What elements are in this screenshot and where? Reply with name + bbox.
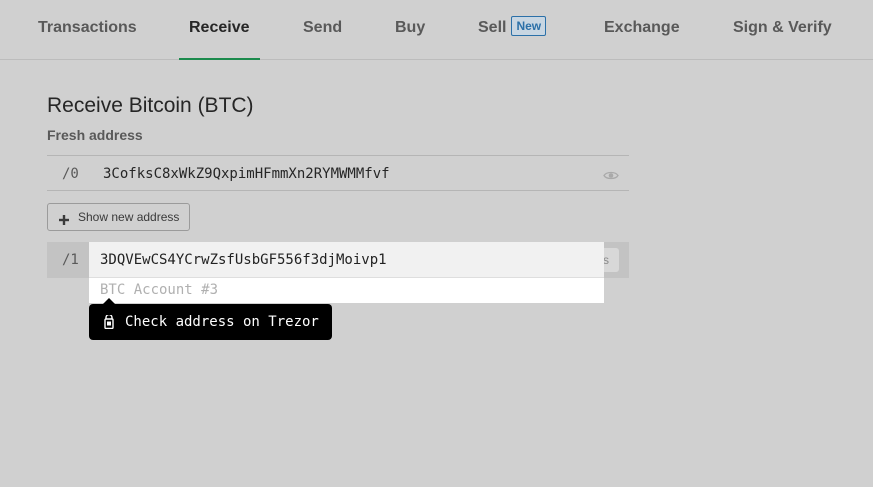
- show-new-address-label: Show new address: [78, 210, 180, 224]
- address-index: /1: [62, 252, 79, 268]
- popup-account-label: BTC Account #3: [100, 282, 219, 298]
- tab-exchange[interactable]: Exchange: [604, 0, 680, 59]
- tab-sign-verify[interactable]: Sign & Verify: [733, 0, 832, 59]
- tab-receive[interactable]: Receive: [189, 0, 250, 59]
- address-index: /0: [62, 166, 79, 182]
- plus-icon: [59, 212, 69, 225]
- fresh-address-label: Fresh address: [47, 127, 143, 143]
- trezor-device-icon: [104, 313, 114, 330]
- tab-sell-label: Sell: [478, 19, 507, 36]
- tab-transactions[interactable]: Transactions: [38, 0, 137, 59]
- check-address-tooltip: Check address on Trezor: [89, 298, 332, 340]
- active-tab-indicator: [179, 58, 260, 60]
- tab-bar: Transactions Receive Send Buy Sell New Ex…: [0, 0, 873, 60]
- address-value[interactable]: 3CofksC8xWkZ9QxpimHFmmXn2RYMWMMfvf: [103, 156, 390, 192]
- show-new-address-button[interactable]: Show new address: [47, 203, 190, 231]
- tab-sell[interactable]: Sell New: [478, 0, 547, 59]
- eye-icon[interactable]: [603, 168, 619, 180]
- address-row: /0 3CofksC8xWkZ9QxpimHFmmXn2RYMWMMfvf: [47, 155, 629, 191]
- popup-address-value[interactable]: 3DQVEwCS4YCrwZsfUsbGF556f3djMoivp1: [89, 242, 604, 278]
- tab-buy[interactable]: Buy: [395, 0, 425, 59]
- tooltip-arrow: [102, 298, 116, 305]
- new-badge: New: [511, 16, 547, 36]
- tab-send[interactable]: Send: [303, 0, 342, 59]
- tooltip-text: Check address on Trezor: [125, 314, 319, 330]
- address-verification-popup: 3DQVEwCS4YCrwZsfUsbGF556f3djMoivp1 BTC A…: [89, 242, 604, 303]
- page-title: Receive Bitcoin (BTC): [47, 94, 254, 117]
